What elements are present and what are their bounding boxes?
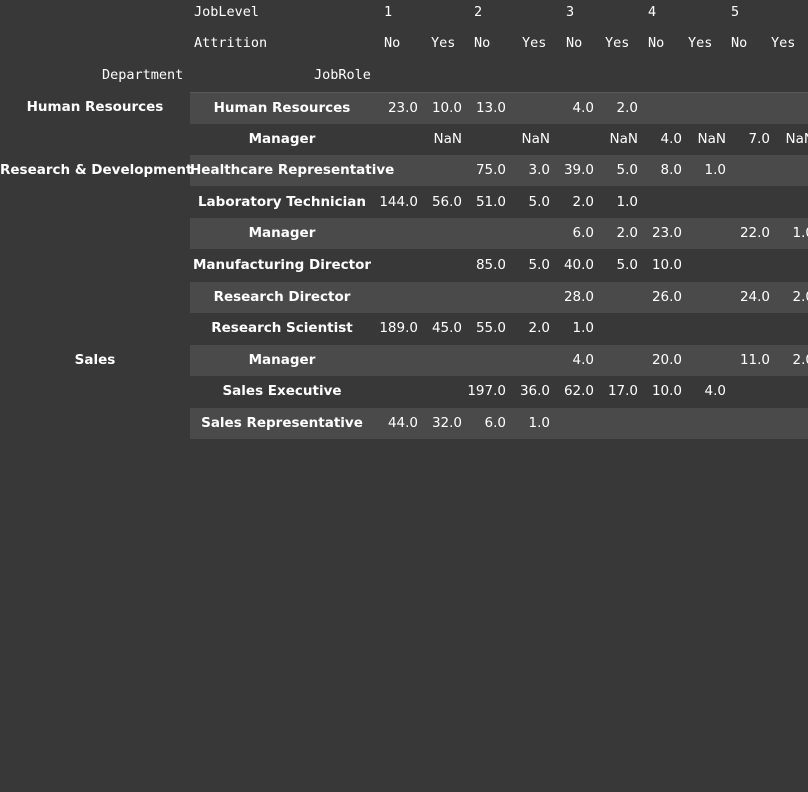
table-cell: NaN (609, 130, 638, 147)
table-cell: NaN (521, 130, 550, 147)
job-role-label: Manager (248, 130, 316, 147)
attrition-header: Yes (431, 35, 456, 51)
table-cell: 62.0 (563, 383, 594, 400)
row-index-name-jobrole: JobRole (314, 67, 371, 83)
table-cell: 189.0 (379, 320, 418, 337)
attrition-header: Yes (688, 35, 713, 51)
table-cell: 13.0 (475, 100, 506, 116)
job-level-header: 1 (384, 4, 393, 20)
table-cell: 2.0 (528, 320, 550, 337)
table-cell: 40.0 (563, 257, 594, 273)
table-cell: 32.0 (431, 415, 462, 431)
attrition-header: Yes (771, 35, 796, 51)
department-label: Sales (74, 351, 116, 368)
table-cell: 23.0 (651, 225, 682, 242)
table-cell: 11.0 (739, 351, 770, 368)
attrition-header: Yes (522, 35, 547, 51)
table-cell: 6.0 (572, 225, 594, 242)
job-role-label: Laboratory Technician (197, 193, 367, 210)
table-cell: 1.0 (792, 225, 808, 242)
table-cell: NaN (697, 130, 726, 147)
job-role-label: Manager (248, 225, 316, 242)
table-cell: NaN (785, 130, 808, 147)
table-cell: 56.0 (431, 193, 462, 210)
job-role-label: Sales Representative (201, 415, 363, 431)
table-cell: 22.0 (739, 225, 770, 242)
job-role-label: Sales Executive (222, 383, 342, 400)
table-cell: 3.0 (528, 162, 550, 179)
attrition-header: No (474, 35, 491, 51)
table-cell: 24.0 (739, 288, 770, 305)
table-cell: 45.0 (431, 320, 462, 337)
table-cell: NaN (433, 130, 462, 147)
attrition-header: No (566, 35, 583, 51)
table-cell: 51.0 (475, 193, 506, 210)
table-cell: 5.0 (616, 257, 638, 273)
column-index-name-joblevel: JobLevel (194, 4, 260, 20)
job-level-header: 5 (731, 4, 740, 20)
job-role-label: Research Scientist (211, 320, 353, 337)
job-role-label: Healthcare Representative (190, 162, 395, 179)
table-cell: 2.0 (572, 193, 594, 210)
table-cell: 6.0 (484, 415, 506, 431)
table-cell: 4.0 (572, 351, 594, 368)
job-level-header: 3 (566, 4, 575, 20)
table-cell: 8.0 (660, 162, 682, 179)
table-cell: 23.0 (387, 100, 418, 116)
table-cell: 44.0 (387, 415, 418, 431)
table-cell: 85.0 (475, 257, 506, 273)
table-cell: 39.0 (563, 162, 594, 179)
department-column: Human Resources Research & Development Sal… (0, 90, 192, 440)
table-cell: 2.0 (616, 100, 638, 116)
row-index-name-department: Department (102, 67, 184, 83)
table-cell: 144.0 (379, 193, 418, 210)
job-level-header: 4 (648, 4, 657, 20)
column-index-name-attrition: Attrition (194, 35, 268, 51)
attrition-header: No (648, 35, 665, 51)
table-cell: 17.0 (607, 383, 638, 400)
table-cell: 7.0 (748, 130, 770, 147)
attrition-header: Yes (605, 35, 630, 51)
table-cell: 10.0 (651, 383, 682, 400)
table-cell: 28.0 (563, 288, 594, 305)
job-role-label: Manufacturing Director (192, 257, 372, 273)
table-cell: 55.0 (475, 320, 506, 337)
table-cell: 4.0 (660, 130, 682, 147)
job-role-label: Research Director (213, 288, 351, 305)
table-cell: 10.0 (651, 257, 682, 273)
table-cell: 10.0 (431, 100, 462, 116)
job-role-label: Manager (248, 351, 316, 368)
table-cell: 2.0 (792, 351, 808, 368)
table-cell: 2.0 (792, 288, 808, 305)
attrition-header: No (384, 35, 401, 51)
table-cell: 26.0 (651, 288, 682, 305)
table-cell: 5.0 (528, 257, 550, 273)
table-cell: 5.0 (528, 193, 550, 210)
table-cell: 4.0 (704, 383, 726, 400)
table-cell: 20.0 (651, 351, 682, 368)
job-level-header: 2 (474, 4, 483, 20)
table-cell: 36.0 (519, 383, 550, 400)
table-cell: 4.0 (572, 100, 594, 116)
table-cell: 5.0 (616, 162, 638, 179)
job-role-label: Human Resources (213, 100, 351, 116)
table-header: JobLevel Attrition Department JobRole 1 N… (0, 0, 808, 90)
attrition-header: No (731, 35, 748, 51)
table-cell: 1.0 (528, 415, 550, 431)
table-cell: 1.0 (572, 320, 594, 337)
table-cell: 1.0 (704, 162, 726, 179)
table-cell: 1.0 (616, 193, 638, 210)
table-cell: 197.0 (467, 383, 506, 400)
table-cell: 2.0 (616, 225, 638, 242)
table-cell: 75.0 (475, 162, 506, 179)
